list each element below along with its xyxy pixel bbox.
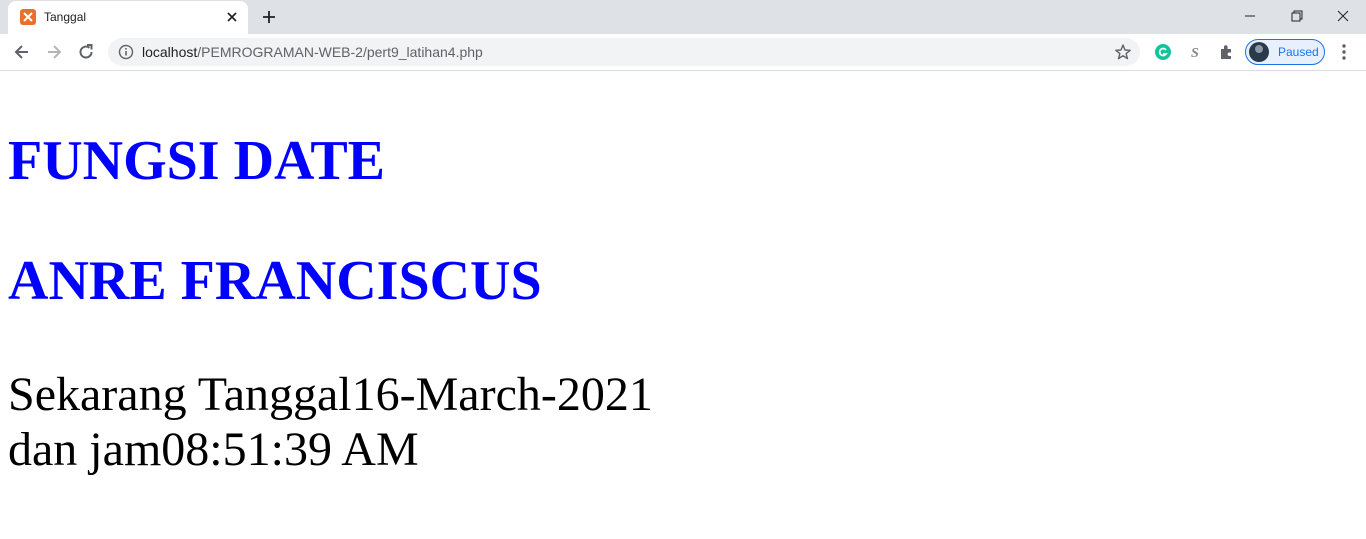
browser-toolbar: localhost/PEMROGRAMAN-WEB-2/pert9_latiha… [0, 34, 1366, 71]
profile-label: Paused [1278, 45, 1319, 59]
more-menu-icon[interactable] [1336, 42, 1352, 62]
url-path: /PEMROGRAMAN-WEB-2/pert9_latihan4.php [197, 44, 483, 60]
tab-title: Tanggal [44, 10, 87, 24]
browser-title-bar: Tanggal [0, 0, 1366, 34]
svg-text:S: S [1191, 46, 1199, 61]
address-bar[interactable]: localhost/PEMROGRAMAN-WEB-2/pert9_latiha… [108, 38, 1140, 66]
time-text: dan jam08:51:39 AM [8, 423, 419, 476]
close-window-icon[interactable] [1333, 6, 1353, 26]
page-heading-title: FUNGSI DATE [8, 130, 386, 192]
puzzle-icon[interactable] [1217, 42, 1237, 62]
bookmark-star-icon[interactable] [1114, 43, 1132, 61]
avatar [1249, 42, 1269, 62]
s-extension-icon[interactable]: S [1185, 42, 1205, 62]
page-heading-name: ANRE FRANCISCUS [8, 250, 542, 312]
forward-icon[interactable] [44, 42, 64, 62]
reload-icon[interactable] [76, 42, 96, 62]
grammarly-icon[interactable] [1153, 42, 1173, 62]
minimize-icon[interactable] [1240, 6, 1260, 26]
profile-button[interactable]: Paused [1245, 39, 1325, 65]
xampp-icon [20, 9, 36, 25]
back-icon[interactable] [12, 42, 32, 62]
date-text: Sekarang Tanggal16-March-2021 [8, 368, 653, 421]
restore-icon[interactable] [1287, 6, 1307, 26]
info-icon[interactable] [118, 44, 134, 60]
url-host: localhost [142, 44, 198, 60]
new-tab-icon[interactable] [260, 8, 278, 26]
url-text[interactable]: localhost/PEMROGRAMAN-WEB-2/pert9_latiha… [142, 44, 483, 60]
page-content: FUNGSI DATE ANRE FRANCISCUS Sekarang Tan… [8, 71, 1366, 539]
browser-tab[interactable]: Tanggal [8, 1, 248, 34]
close-tab-icon[interactable] [224, 9, 240, 25]
